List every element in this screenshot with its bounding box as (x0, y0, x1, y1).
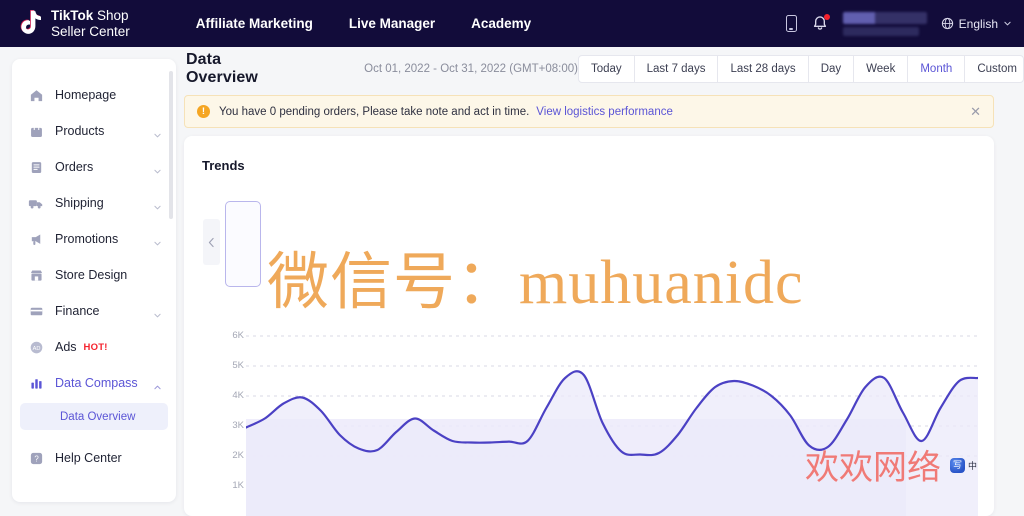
y-tick-label: 2K (232, 450, 244, 461)
sidebar-item-promotions[interactable]: Promotions (12, 221, 176, 257)
metric-card-selected[interactable] (225, 201, 261, 287)
range-segmented-control: Today Last 7 days Last 28 days Day Week … (577, 55, 1024, 83)
chevron-down-icon (153, 235, 162, 245)
chevron-down-icon (1004, 21, 1011, 26)
sidebar-item-label: Data Compass (55, 376, 138, 390)
sidebar-item-label: Orders (55, 160, 94, 174)
svg-text:?: ? (34, 454, 39, 463)
chevron-left-icon[interactable] (203, 219, 220, 265)
chevron-down-icon (153, 127, 162, 137)
brand-name-shop: Shop (93, 7, 129, 23)
notification-dot (823, 13, 830, 20)
page-title: Data Overview (186, 51, 258, 86)
mobile-phone-icon[interactable] (785, 15, 797, 32)
card-icon (28, 303, 44, 319)
sidebar-item-label: Homepage (55, 88, 117, 102)
trends-card-title: Trends (202, 158, 245, 173)
close-icon[interactable]: ✕ (970, 105, 981, 118)
range-segment-day[interactable]: Day (809, 56, 855, 82)
sidebar-item-help-center[interactable]: ? Help Center (12, 440, 176, 476)
sidebar-nav-list: Homepage Products Orders Shipping Promot… (12, 59, 176, 476)
chevron-down-icon (153, 307, 162, 317)
warning-icon (197, 105, 210, 118)
sidebar-item-label: Ads (55, 340, 77, 354)
sidebar-item-label: Promotions (55, 232, 119, 246)
range-segment-today[interactable]: Today (579, 56, 635, 82)
svg-text:AD: AD (32, 345, 40, 351)
sidebar-scrollbar-thumb[interactable] (169, 71, 173, 219)
chart-y-axis: 1K 2K 3K 4K 5K 6K (218, 330, 244, 516)
sidebar-item-label: Shipping (55, 196, 104, 210)
chart-svg (244, 335, 980, 516)
bag-icon (28, 123, 44, 139)
account-avatar-blurred[interactable] (842, 11, 927, 36)
sidebar-item-label: Finance (55, 304, 100, 318)
sidebar-item-orders[interactable]: Orders (12, 149, 176, 185)
page-header: Data Overview Oct 01, 2022 - Oct 31, 202… (184, 47, 1024, 91)
chevron-down-icon (153, 163, 162, 173)
sidebar-item-homepage[interactable]: Homepage (12, 77, 176, 113)
brand-text: TikTok Shop Seller Center (51, 8, 130, 40)
sidebar-item-label: Store Design (55, 268, 128, 282)
sidebar-item-shipping[interactable]: Shipping (12, 185, 176, 221)
top-header: TikTok Shop Seller Center Affiliate Mark… (0, 0, 1024, 47)
chevron-up-icon (153, 379, 162, 389)
range-segment-last-7-days[interactable]: Last 7 days (635, 56, 719, 82)
sidebar-item-label: Products (55, 124, 105, 138)
home-icon (28, 87, 44, 103)
sidebar-item-label: Help Center (55, 451, 122, 465)
top-nav-item-academy[interactable]: Academy (471, 16, 531, 31)
date-range-label: Oct 01, 2022 - Oct 31, 2022 (GMT+08:00) (364, 63, 578, 75)
brand-seller-center: Seller Center (51, 23, 130, 39)
y-tick-label: 5K (232, 360, 244, 371)
hot-badge: HOT! (83, 341, 108, 353)
globe-icon (941, 17, 953, 30)
ads-circle-icon: AD (28, 339, 44, 355)
y-tick-label: 4K (232, 390, 244, 401)
sidebar: Homepage Products Orders Shipping Promot… (12, 59, 176, 502)
bell-notification-icon[interactable] (811, 13, 830, 33)
question-icon: ? (28, 450, 44, 466)
sidebar-item-data-compass[interactable]: Data Compass (12, 365, 176, 401)
document-icon (28, 159, 44, 175)
chart-plot-area (244, 331, 980, 516)
language-label: English (958, 16, 998, 31)
range-segment-week[interactable]: Week (854, 56, 909, 82)
top-nav: Affiliate Marketing Live Manager Academy (196, 16, 531, 31)
language-selector[interactable]: English (941, 17, 1012, 31)
main-content: Data Overview Oct 01, 2022 - Oct 31, 202… (184, 47, 1024, 516)
sidebar-item-finance[interactable]: Finance (12, 293, 176, 329)
trends-card: Trends 1K 2K 3K 4K 5K 6K (184, 136, 994, 516)
top-right-actions: English (785, 0, 1012, 47)
bar-chart-icon (28, 375, 44, 391)
y-tick-label: 1K (232, 480, 244, 491)
sidebar-item-ads[interactable]: AD Ads HOT! (12, 329, 176, 365)
sidebar-subitem-data-overview[interactable]: Data Overview (20, 403, 168, 430)
trends-chart: 1K 2K 3K 4K 5K 6K (184, 330, 994, 516)
range-segment-month[interactable]: Month (908, 56, 966, 82)
range-segment-last-28-days[interactable]: Last 28 days (718, 56, 809, 82)
brand-logo[interactable]: TikTok Shop Seller Center (18, 8, 130, 40)
sidebar-subitem-label: Data Overview (60, 410, 136, 423)
brand-name-bold: TikTok (51, 7, 94, 23)
top-nav-item-live-manager[interactable]: Live Manager (349, 16, 435, 31)
tiktok-note-icon (18, 9, 44, 38)
pending-orders-banner: You have 0 pending orders, Please take n… (184, 95, 994, 128)
y-tick-label: 6K (232, 330, 244, 341)
y-tick-label: 3K (232, 420, 244, 431)
megaphone-icon (28, 231, 44, 247)
banner-message: You have 0 pending orders, Please take n… (219, 105, 530, 118)
top-nav-item-affiliate-marketing[interactable]: Affiliate Marketing (196, 16, 313, 31)
truck-icon (28, 195, 44, 211)
sidebar-item-products[interactable]: Products (12, 113, 176, 149)
view-logistics-performance-link[interactable]: View logistics performance (536, 106, 673, 118)
storefront-icon (28, 267, 44, 283)
range-segment-custom[interactable]: Custom (965, 56, 1023, 82)
chevron-down-icon (153, 199, 162, 209)
sidebar-item-store-design[interactable]: Store Design (12, 257, 176, 293)
